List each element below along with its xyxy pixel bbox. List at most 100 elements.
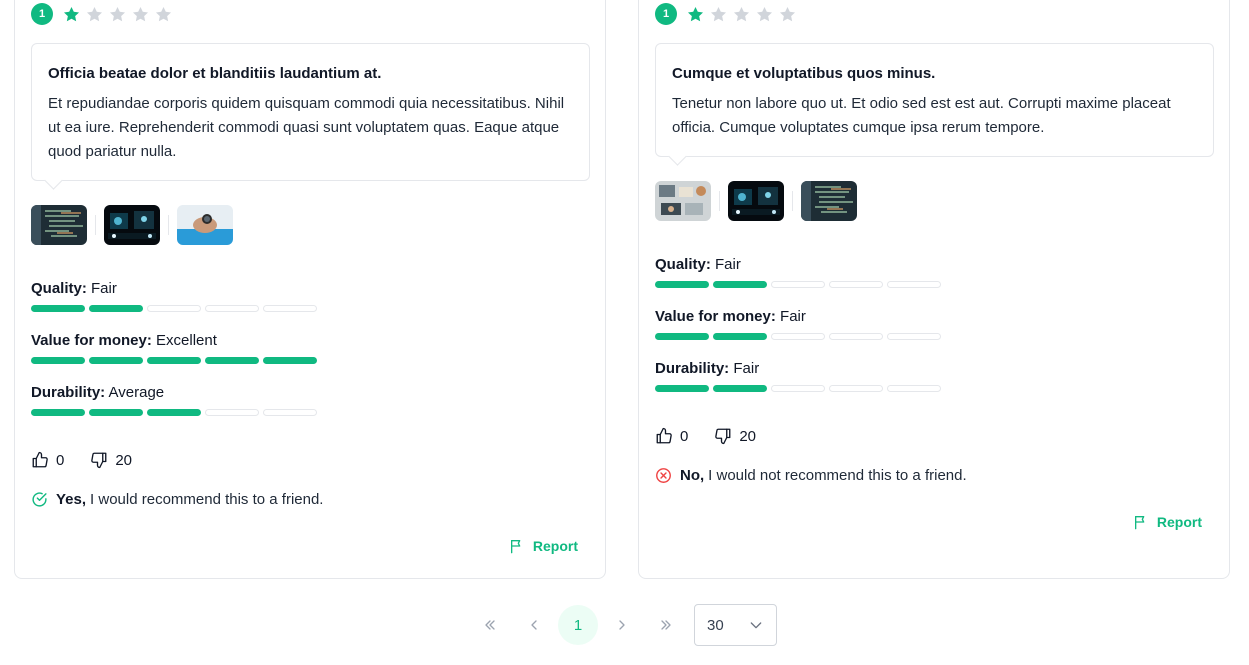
votes: 0 20 — [31, 451, 158, 469]
review-images — [655, 181, 857, 221]
thumbs-up-icon — [32, 451, 48, 468]
review-title: Cumque et voluptatibus quos minus. — [672, 65, 936, 82]
prev-page-icon — [531, 620, 537, 630]
review-image-thumb[interactable] — [31, 205, 87, 245]
recommend-answer: Yes, — [56, 491, 87, 508]
x-circle-icon — [656, 468, 671, 483]
last-page-button[interactable] — [646, 605, 686, 645]
recommend-text: I would not recommend this to a friend. — [708, 467, 967, 484]
metric-value: Fair — [780, 308, 806, 325]
upvote-count: 0 — [680, 427, 689, 445]
downvote-count: 20 — [739, 427, 757, 445]
upvote-count: 0 — [56, 451, 65, 469]
star-empty-icon — [733, 6, 750, 21]
metric-label: Value for money: — [655, 308, 776, 325]
star-empty-icon — [86, 6, 103, 21]
metric-segment-empty — [887, 281, 941, 288]
thumbs-down-icon — [91, 452, 107, 469]
upvote-button[interactable]: 0 — [655, 427, 688, 445]
review-body: Et repudiandae corporis quidem quisquam … — [48, 95, 565, 160]
recommend-answer: No, — [680, 467, 705, 484]
first-page-button[interactable] — [470, 605, 510, 645]
metric-durability: Durability: Fair — [655, 359, 945, 392]
metric-value-for-money: Value for money: Fair — [655, 307, 945, 340]
check-circle-icon — [32, 492, 47, 507]
metric-segment-filled — [655, 281, 709, 288]
metric-segment-filled — [655, 333, 709, 340]
metric-value: Fair — [91, 280, 117, 297]
chevron-down-icon — [750, 622, 762, 629]
recommend-text: I would recommend this to a friend. — [90, 491, 324, 508]
metric-value-for-money: Value for money: Excellent — [31, 331, 321, 364]
review-image-thumb[interactable] — [104, 205, 160, 245]
metric-segment-filled — [89, 305, 143, 312]
metric-segment-empty — [829, 333, 883, 340]
review-card: 1 Officia beatae dolor et blanditiis lau… — [14, 0, 606, 579]
review-bubble: Officia beatae dolor et blanditiis lauda… — [31, 43, 590, 181]
metric-segment-empty — [263, 409, 317, 416]
star-filled-icon — [687, 6, 704, 21]
metric-quality: Quality: Fair — [655, 255, 945, 288]
metric-segment-filled — [31, 357, 85, 364]
metric-value: Average — [108, 384, 165, 401]
metric-segment-empty — [829, 281, 883, 288]
star-empty-icon — [132, 6, 149, 21]
metric-segment-filled — [205, 357, 259, 364]
metric-segment-empty — [147, 305, 201, 312]
metric-segment-empty — [263, 305, 317, 312]
page-number-button[interactable]: 1 — [558, 605, 598, 645]
metric-segment-empty — [205, 409, 259, 416]
downvote-count: 20 — [115, 451, 133, 469]
next-page-icon — [619, 620, 625, 630]
report-button[interactable]: Report — [1133, 514, 1202, 530]
star-filled-icon — [63, 6, 80, 21]
next-page-button[interactable] — [602, 605, 642, 645]
downvote-button[interactable]: 20 — [714, 427, 756, 445]
rating-row: 1 — [31, 3, 177, 25]
review-image-thumb[interactable] — [177, 205, 233, 245]
metric-segment-empty — [771, 333, 825, 340]
star-rating — [62, 5, 177, 24]
metric-value: Fair — [733, 360, 760, 377]
upvote-button[interactable]: 0 — [31, 451, 64, 469]
first-page-icon — [485, 620, 495, 630]
review-body: Tenetur non labore quo ut. Et odio sed e… — [672, 95, 1171, 136]
page-size-value: 30 — [707, 616, 724, 634]
metric-segment-empty — [887, 385, 941, 392]
report-label: Report — [1156, 514, 1202, 530]
recommendation: No, I would not recommend this to a frie… — [655, 467, 967, 484]
review-image-thumb[interactable] — [655, 181, 711, 221]
metric-segment-filled — [147, 409, 201, 416]
metric-segment-filled — [713, 333, 767, 340]
review-image-thumb[interactable] — [801, 181, 857, 221]
star-empty-icon — [109, 6, 126, 21]
metric-value: Excellent — [156, 332, 217, 349]
metric-label: Durability: — [31, 384, 106, 401]
star-empty-icon — [710, 6, 727, 21]
flag-icon — [1134, 516, 1145, 530]
metric-segment-filled — [713, 385, 767, 392]
report-button[interactable]: Report — [509, 538, 578, 554]
metric-segment-empty — [205, 305, 259, 312]
metric-segment-empty — [887, 333, 941, 340]
review-card: 1 Cumque et voluptatibus quos minus. Ten… — [638, 0, 1230, 579]
last-page-icon — [661, 620, 671, 630]
review-images — [31, 205, 233, 245]
page-size-select[interactable]: 30 — [694, 604, 777, 646]
metric-segment-filled — [263, 357, 317, 364]
metric-segment-filled — [713, 281, 767, 288]
downvote-button[interactable]: 20 — [90, 451, 132, 469]
flag-icon — [510, 540, 521, 554]
recommendation: Yes, I would recommend this to a friend. — [31, 491, 323, 508]
metric-bar — [31, 305, 321, 312]
metric-segment-filled — [147, 357, 201, 364]
metric-bar — [655, 385, 945, 392]
metric-segment-empty — [771, 281, 825, 288]
metric-bar — [655, 281, 945, 288]
pagination: 1 30 — [470, 604, 777, 646]
review-image-thumb[interactable] — [728, 181, 784, 221]
prev-page-button[interactable] — [514, 605, 554, 645]
metric-segment-empty — [829, 385, 883, 392]
rating-badge: 1 — [31, 3, 53, 25]
metric-segment-filled — [655, 385, 709, 392]
